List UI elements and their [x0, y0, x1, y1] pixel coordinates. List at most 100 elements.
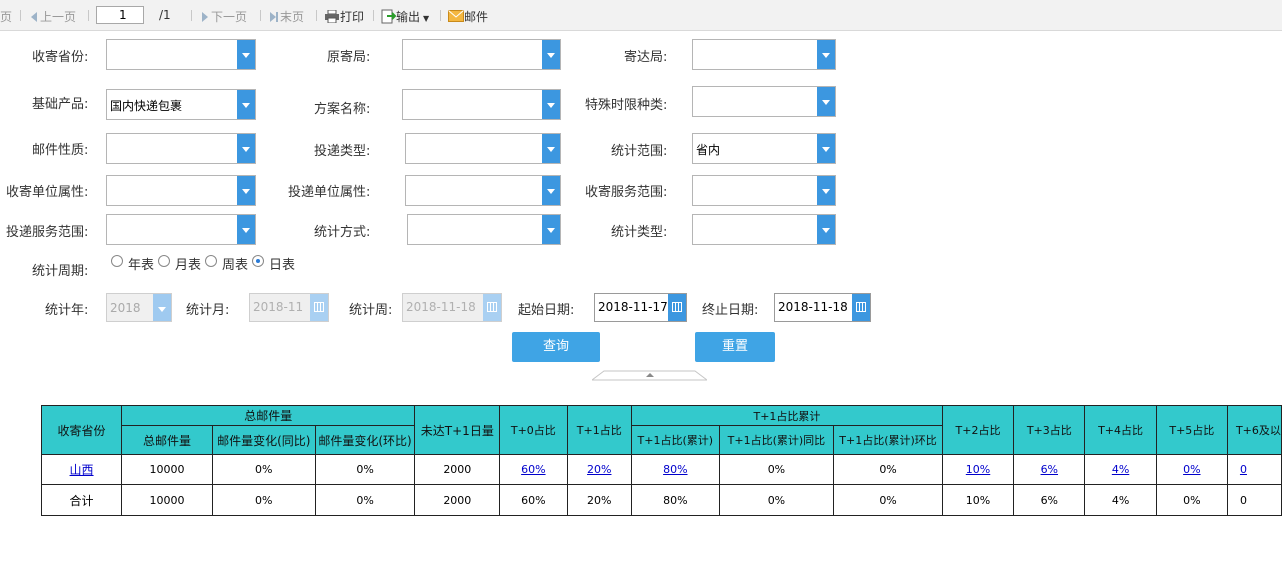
chevron-down-icon[interactable] — [237, 40, 255, 69]
calendar-icon[interactable] — [483, 294, 501, 321]
start-date-label: 起始日期: — [518, 303, 575, 318]
t3-link[interactable]: 6% — [1041, 463, 1058, 476]
col-header-mom: 邮件量变化(环比) — [314, 425, 416, 455]
stat-type-select[interactable] — [692, 214, 836, 245]
period-radio-day[interactable] — [252, 255, 264, 267]
col-header-t6: T+6及以 — [1226, 405, 1282, 455]
t2-cell: 10% — [941, 484, 1015, 516]
mail-nature-label: 邮件性质: — [32, 143, 89, 158]
t1-link[interactable]: 20% — [587, 463, 611, 476]
prev-page-button[interactable]: 上一页 — [31, 8, 76, 25]
t0-link[interactable]: 60% — [521, 463, 545, 476]
collect-service-scope-select[interactable] — [692, 175, 836, 206]
reset-button[interactable]: 重置 — [695, 332, 775, 362]
chevron-down-icon[interactable] — [237, 215, 255, 244]
special-limit-select[interactable] — [692, 86, 836, 117]
t1-cell: 20% — [566, 454, 632, 485]
collect-province-select[interactable] — [106, 39, 256, 70]
toolbar-divider — [316, 10, 317, 21]
t2-link[interactable]: 10% — [966, 463, 990, 476]
col-header-t2: T+2占比 — [941, 405, 1015, 455]
chevron-down-icon[interactable] — [817, 40, 835, 69]
stat-method-label: 统计方式: — [314, 225, 371, 240]
stat-year-label: 统计年: — [45, 303, 89, 318]
chevron-down-icon[interactable] — [542, 40, 560, 69]
chevron-down-icon[interactable] — [542, 134, 560, 163]
t3-cell: 6% — [1013, 484, 1086, 516]
stat-method-select[interactable] — [407, 214, 561, 245]
base-product-label: 基础产品: — [32, 97, 89, 112]
cum-link[interactable]: 80% — [663, 463, 687, 476]
select-value: 省内 — [696, 143, 721, 157]
dest-office-select[interactable] — [692, 39, 836, 70]
export-menu-button[interactable]: 输出 ▼ — [381, 8, 429, 25]
period-label: 统计周期: — [32, 264, 89, 279]
t5-link[interactable]: 0% — [1183, 463, 1200, 476]
toolbar-divider — [373, 10, 374, 21]
period-radio-month[interactable] — [158, 255, 170, 267]
period-radio-week[interactable] — [205, 255, 217, 267]
t4-link[interactable]: 4% — [1112, 463, 1129, 476]
date-value: 2018-11-18 — [778, 300, 848, 314]
delivery-type-select[interactable] — [405, 133, 561, 164]
toolbar-divider — [88, 10, 89, 21]
first-page-button[interactable]: 页 — [0, 8, 12, 25]
chevron-down-icon[interactable] — [542, 176, 560, 205]
col-header-province: 收寄省份 — [40, 405, 123, 455]
delivery-unit-attr-select[interactable] — [405, 175, 561, 206]
chevron-down-icon[interactable] — [153, 294, 171, 321]
province-link[interactable]: 山西 — [70, 463, 94, 477]
last-page-button[interactable]: 末页 — [270, 8, 304, 25]
export-icon — [381, 9, 397, 24]
page-number-input[interactable] — [96, 6, 144, 24]
col-header-t4: T+4占比 — [1084, 405, 1157, 455]
stat-week-label: 统计周: — [349, 303, 393, 318]
chevron-down-icon[interactable] — [817, 215, 835, 244]
stat-year-select[interactable]: 2018 — [106, 293, 172, 322]
delivery-service-scope-select[interactable] — [106, 214, 256, 245]
query-button[interactable]: 查询 — [512, 332, 600, 362]
mail-nature-select[interactable] — [106, 133, 256, 164]
calendar-icon[interactable] — [668, 294, 686, 321]
col-header-not-reached: 未达T+1日量 — [414, 405, 501, 455]
chevron-down-icon[interactable] — [542, 215, 560, 244]
chevron-down-icon[interactable] — [817, 176, 835, 205]
next-page-button[interactable]: 下一页 — [202, 8, 247, 25]
period-option-label: 年表 — [128, 258, 155, 273]
origin-office-select[interactable] — [402, 39, 561, 70]
col-header-total: 总邮件量 — [121, 425, 213, 455]
col-header-cum-yoy: T+1占比(累计)同比 — [718, 425, 835, 455]
triangle-right-icon — [202, 12, 208, 22]
chevron-down-icon[interactable] — [237, 176, 255, 205]
start-date-input[interactable]: 2018-11-17 — [594, 293, 687, 322]
report-toolbar: 页 上一页 /1 下一页 末页 打印 输出▼ 邮件 — [0, 0, 1282, 31]
period-option-label: 周表 — [222, 258, 249, 273]
stat-week-input[interactable]: 2018-11-18 — [402, 293, 502, 322]
print-button[interactable]: 打印 — [324, 8, 364, 25]
yoy-cell: 0% — [211, 484, 316, 516]
stat-scope-select[interactable]: 省内 — [692, 133, 836, 164]
t4-cell: 4% — [1084, 484, 1157, 516]
chevron-down-icon[interactable] — [817, 87, 835, 116]
col-header-t3: T+3占比 — [1013, 405, 1086, 455]
end-date-input[interactable]: 2018-11-18 — [774, 293, 871, 322]
chevron-down-icon[interactable] — [237, 134, 255, 163]
calendar-icon[interactable] — [310, 294, 328, 321]
province-cell: 合计 — [40, 484, 123, 516]
date-value: 2018-11 — [253, 300, 304, 314]
base-product-select[interactable]: 国内快递包裹 — [106, 89, 256, 120]
col-header-t1: T+1占比 — [566, 405, 632, 455]
chevron-down-icon[interactable] — [817, 134, 835, 163]
collect-unit-attr-select[interactable] — [106, 175, 256, 206]
mail-button[interactable]: 邮件 — [448, 8, 488, 25]
stat-scope-label: 统计范围: — [611, 144, 668, 159]
t6-link[interactable]: 0 — [1240, 463, 1247, 476]
period-radio-year[interactable] — [111, 255, 123, 267]
chevron-down-icon[interactable] — [542, 90, 560, 119]
collapse-toggle-icon[interactable] — [592, 370, 707, 381]
plan-name-select[interactable] — [402, 89, 561, 120]
stat-month-input[interactable]: 2018-11 — [249, 293, 329, 322]
yoy-cell: 0% — [211, 454, 316, 485]
calendar-icon[interactable] — [852, 294, 870, 321]
chevron-down-icon[interactable] — [237, 90, 255, 119]
